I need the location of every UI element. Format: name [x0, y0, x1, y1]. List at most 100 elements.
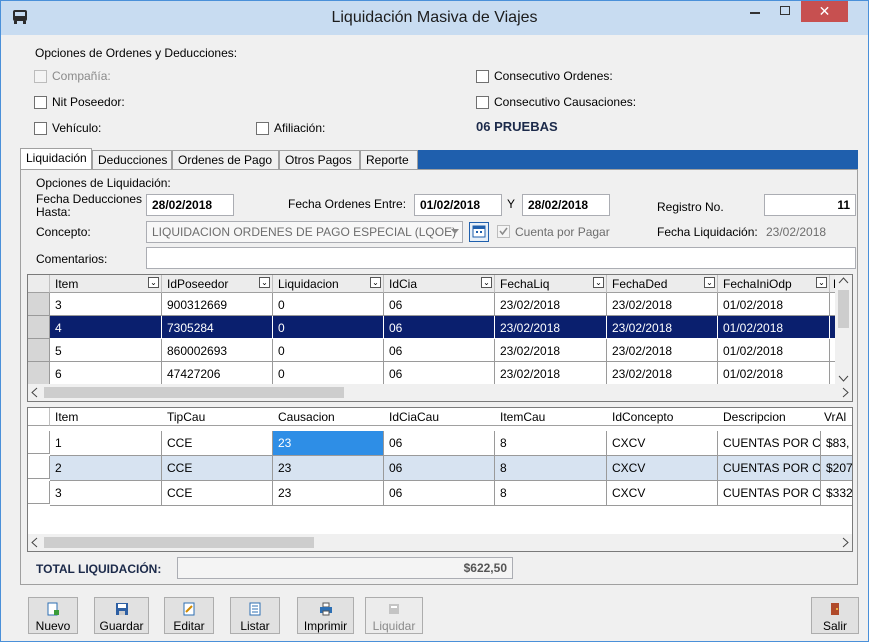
grid2-header-idciacau[interactable]: IdCiaCau: [384, 408, 495, 426]
table-cell[interactable]: 0: [273, 362, 384, 385]
table-cell[interactable]: 06: [384, 339, 495, 362]
table-cell[interactable]: 860002693: [162, 339, 273, 362]
nuevo-button[interactable]: Nuevo: [28, 597, 78, 634]
grid1-horizontal-scrollbar[interactable]: [28, 384, 852, 401]
grid2-header-vral[interactable]: VrAl: [821, 408, 852, 426]
table-cell[interactable]: 23: [273, 431, 384, 456]
table-cell[interactable]: 23/02/2018: [607, 339, 718, 362]
table-cell[interactable]: 01/02/2018: [718, 316, 830, 339]
table-cell[interactable]: 47427206: [162, 362, 273, 385]
table-cell[interactable]: CCE: [162, 431, 273, 456]
salir-button[interactable]: Salir: [811, 597, 859, 634]
table-cell[interactable]: 01/02/2018: [718, 339, 830, 362]
table-cell[interactable]: 0: [273, 339, 384, 362]
table-cell[interactable]: CXCV: [607, 431, 718, 456]
row-header[interactable]: [28, 362, 50, 385]
maximize-button[interactable]: [771, 1, 799, 21]
table-cell[interactable]: CUENTAS POR C...: [718, 431, 821, 456]
grid2-header-tipcau[interactable]: TipCau: [162, 408, 273, 426]
grid2-header-idconcepto[interactable]: IdConcepto: [607, 408, 718, 426]
grid2-horizontal-scrollbar[interactable]: [28, 534, 852, 551]
table-cell[interactable]: 06: [384, 431, 495, 456]
grid1-header-fechaliq[interactable]: FechaLiq ⌄: [495, 275, 607, 293]
table-cell[interactable]: 23/02/2018: [495, 316, 607, 339]
table-cell[interactable]: 01/02/2018: [718, 293, 830, 316]
table-cell[interactable]: 23/02/2018: [607, 293, 718, 316]
table-cell[interactable]: 23/02/2018: [495, 293, 607, 316]
table-cell[interactable]: 06: [384, 481, 495, 506]
imprimir-button[interactable]: Imprimir: [297, 597, 354, 634]
table-cell[interactable]: 0: [273, 316, 384, 339]
table-cell[interactable]: 2: [50, 456, 162, 481]
row-header[interactable]: [28, 431, 50, 454]
grid1-header-fechainiodp[interactable]: FechaIniOdp ⌄: [718, 275, 830, 293]
table-cell[interactable]: CUENTAS POR C...: [718, 481, 821, 506]
table-cell[interactable]: 3: [50, 293, 162, 316]
grid1-header-liquidacion[interactable]: Liquidacion ⌄: [273, 275, 384, 293]
table-cell[interactable]: 900312669: [162, 293, 273, 316]
table-cell[interactable]: 1: [50, 431, 162, 456]
table-cell[interactable]: 5: [50, 339, 162, 362]
table-cell[interactable]: 23: [273, 481, 384, 506]
table-cell[interactable]: CUENTAS POR C...: [718, 456, 821, 481]
table-cell[interactable]: 23/02/2018: [607, 362, 718, 385]
listar-button[interactable]: Listar: [230, 597, 280, 634]
row-header[interactable]: [28, 481, 50, 504]
table-cell[interactable]: 4: [50, 316, 162, 339]
grid1-header-item[interactable]: Item ⌄: [50, 275, 162, 293]
grid2-header-descripcion[interactable]: Descripcion: [718, 408, 821, 426]
compania-checkbox[interactable]: [34, 70, 47, 83]
table-cell[interactable]: CXCV: [607, 481, 718, 506]
table-cell[interactable]: 23/02/2018: [495, 339, 607, 362]
nit-poseedor-checkbox[interactable]: [34, 96, 47, 109]
row-header[interactable]: [28, 456, 50, 479]
consecutivo-causaciones-checkbox[interactable]: [476, 96, 489, 109]
table-cell[interactable]: 01/02/2018: [718, 362, 830, 385]
guardar-button[interactable]: Guardar: [94, 597, 149, 634]
table-cell[interactable]: $83,: [821, 431, 852, 456]
tab-ordenes-de-pago[interactable]: Ordenes de Pago: [172, 150, 279, 169]
table-cell[interactable]: 06: [384, 456, 495, 481]
calendar-button[interactable]: [469, 222, 489, 242]
liquidar-button[interactable]: Liquidar: [365, 597, 423, 634]
table-cell[interactable]: 6: [50, 362, 162, 385]
table-cell[interactable]: $207: [821, 456, 852, 481]
concepto-select[interactable]: LIQUIDACION ORDENES DE PAGO ESPECIAL (LQ…: [146, 221, 463, 243]
table-cell[interactable]: 06: [384, 316, 495, 339]
table-cell[interactable]: 23/02/2018: [607, 316, 718, 339]
table-cell[interactable]: 3: [50, 481, 162, 506]
row-header[interactable]: [28, 293, 50, 316]
fecha-deducciones-input[interactable]: 28/02/2018: [146, 194, 234, 216]
tab-otros-pagos[interactable]: Otros Pagos: [279, 150, 360, 169]
grid1-header-idposeedor[interactable]: IdPoseedor ⌄: [162, 275, 273, 293]
table-cell[interactable]: 0: [273, 293, 384, 316]
grid2-header-itemcau[interactable]: ItemCau: [495, 408, 607, 426]
grid2-header-item[interactable]: Item: [50, 408, 162, 426]
tab-liquidacion[interactable]: Liquidación: [20, 148, 92, 169]
grid1-header-idcia[interactable]: IdCia ⌄: [384, 275, 495, 293]
consecutivo-ordenes-checkbox[interactable]: [476, 70, 489, 83]
table-cell[interactable]: 06: [384, 293, 495, 316]
registro-input[interactable]: 11: [764, 194, 856, 216]
row-header[interactable]: [28, 316, 50, 339]
row-header[interactable]: [28, 339, 50, 362]
afiliacion-checkbox[interactable]: [256, 122, 269, 135]
grid1-vertical-scrollbar[interactable]: [835, 275, 852, 384]
scroll-thumb[interactable]: [44, 387, 344, 398]
table-cell[interactable]: 7305284: [162, 316, 273, 339]
comentarios-input[interactable]: [146, 247, 856, 269]
close-button[interactable]: ✕: [801, 1, 848, 22]
table-cell[interactable]: 23: [273, 456, 384, 481]
table-cell[interactable]: 8: [495, 456, 607, 481]
scroll-thumb[interactable]: [44, 537, 314, 548]
table-cell[interactable]: 06: [384, 362, 495, 385]
scroll-thumb[interactable]: [838, 290, 849, 328]
vehiculo-checkbox[interactable]: [34, 122, 47, 135]
cuenta-por-pagar-checkbox[interactable]: [497, 225, 510, 238]
grid2-header-causacion[interactable]: Causacion: [273, 408, 384, 426]
fecha-ordenes-to-input[interactable]: 28/02/2018: [522, 194, 610, 216]
table-cell[interactable]: 8: [495, 431, 607, 456]
grid1-header-fechaded[interactable]: FechaDed ⌄: [607, 275, 718, 293]
fecha-ordenes-from-input[interactable]: 01/02/2018: [414, 194, 502, 216]
table-cell[interactable]: $332: [821, 481, 852, 506]
